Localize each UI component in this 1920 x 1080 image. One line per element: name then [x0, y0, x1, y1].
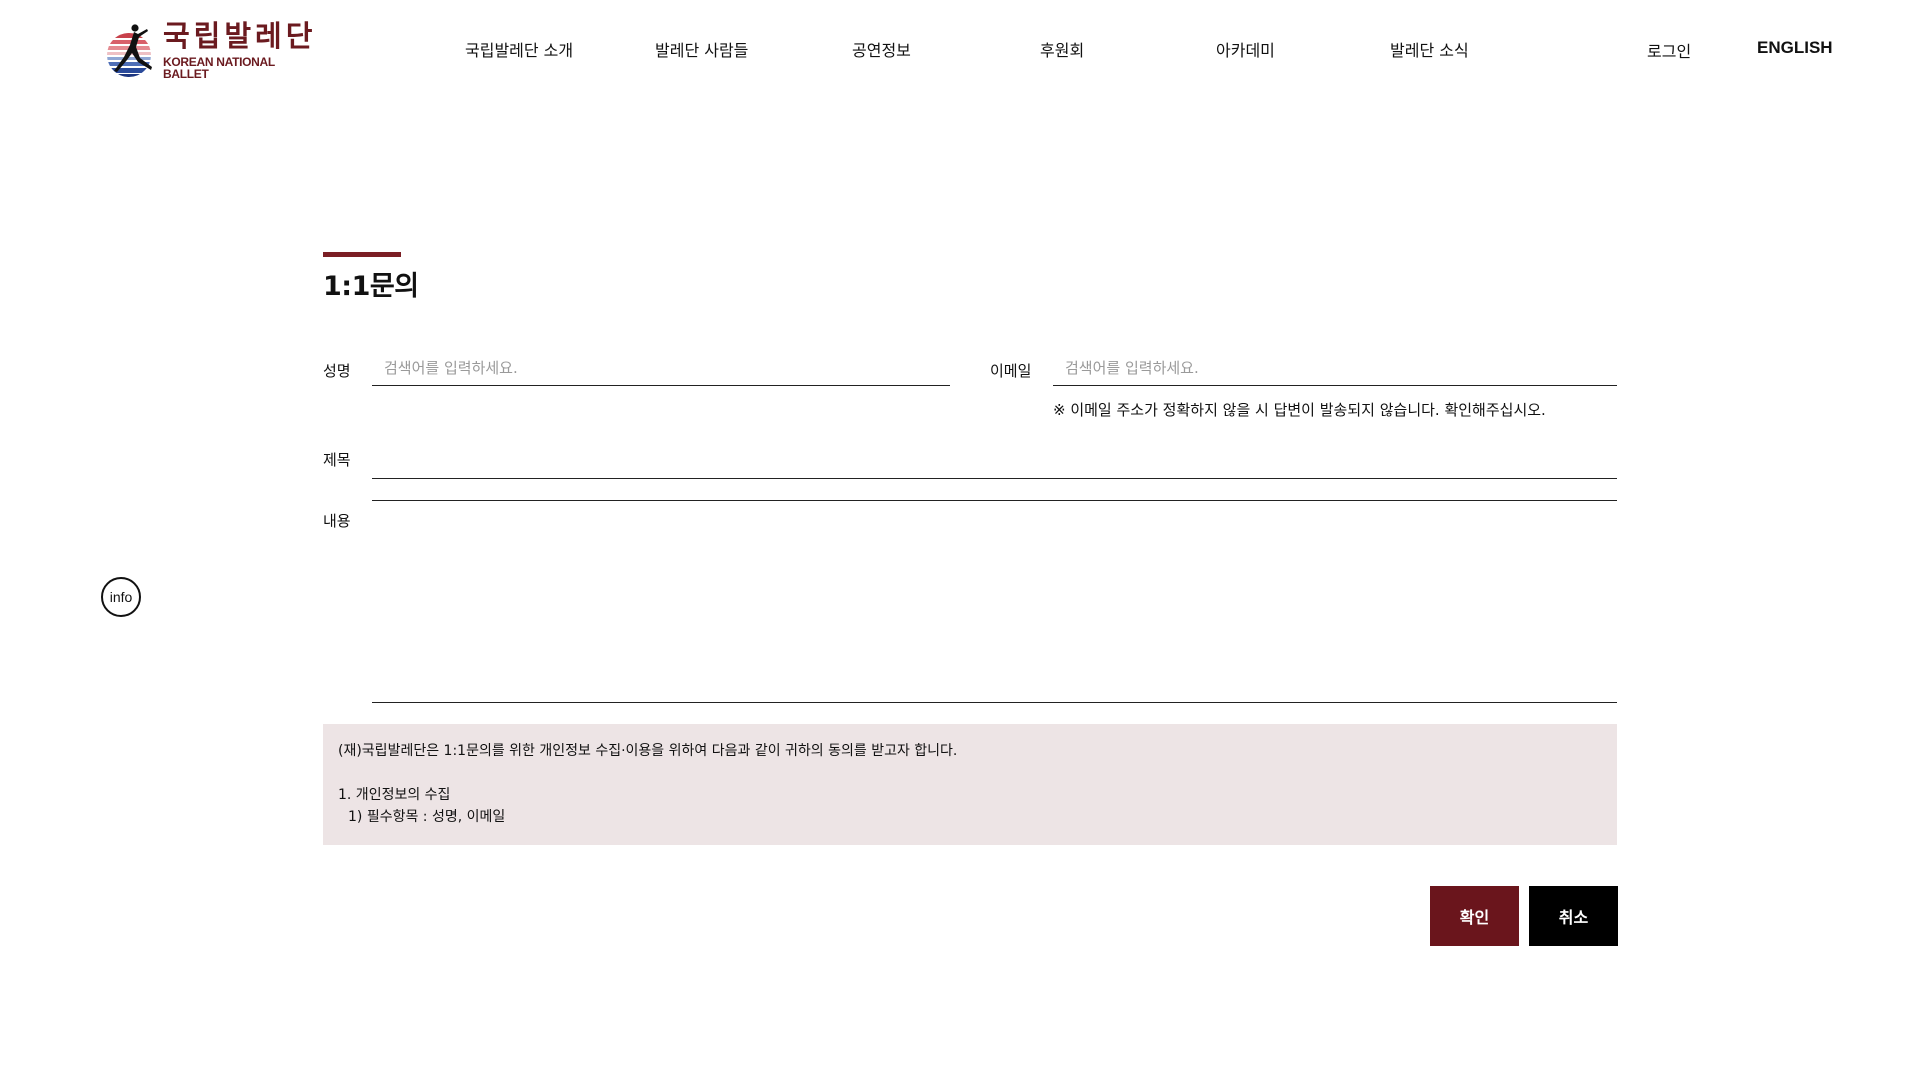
language-link[interactable]: ENGLISH	[1757, 38, 1833, 58]
title-accent-bar	[323, 252, 401, 257]
content-textarea[interactable]	[372, 500, 1617, 703]
nav-item-people[interactable]: 발레단 사람들	[655, 37, 748, 61]
name-input[interactable]	[372, 350, 950, 386]
nav-item-sponsors[interactable]: 후원회	[1040, 37, 1084, 61]
content-label: 내용	[323, 512, 351, 530]
email-label: 이메일	[990, 362, 1032, 380]
name-label: 성명	[323, 362, 351, 380]
subject-label: 제목	[323, 451, 351, 469]
email-note: ※ 이메일 주소가 정확하지 않을 시 답변이 발송되지 않습니다. 확인해주십…	[1053, 401, 1546, 419]
nav-item-academy[interactable]: 아카데미	[1216, 37, 1275, 61]
site-header: 국립발레단 KOREAN NATIONAL BALLET 국립발레단 소개 발레…	[0, 0, 1920, 100]
subject-input[interactable]	[372, 443, 1617, 479]
agreement-section-title: 1. 개인정보의 수집	[338, 787, 451, 803]
login-link[interactable]: 로그인	[1647, 38, 1691, 62]
main-navigation: 국립발레단 소개 발레단 사람들 공연정보 후원회 아카데미 발레단 소식	[0, 37, 1920, 63]
nav-item-performance[interactable]: 공연정보	[852, 37, 911, 61]
cancel-button[interactable]: 취소	[1529, 886, 1618, 946]
nav-item-about[interactable]: 국립발레단 소개	[465, 37, 573, 61]
agreement-item: 1) 필수항목 : 성명, 이메일	[348, 809, 506, 825]
agreement-intro: (재)국립발레단은 1:1문의를 위한 개인정보 수집·이용을 위하여 다음과 …	[338, 743, 958, 759]
nav-item-news[interactable]: 발레단 소식	[1390, 37, 1469, 61]
email-input[interactable]	[1053, 350, 1617, 386]
confirm-button[interactable]: 확인	[1430, 886, 1519, 946]
info-button[interactable]: info	[101, 577, 141, 617]
privacy-agreement-box: (재)국립발레단은 1:1문의를 위한 개인정보 수집·이용을 위하여 다음과 …	[323, 724, 1617, 845]
page-title: 1:1문의	[323, 271, 419, 302]
